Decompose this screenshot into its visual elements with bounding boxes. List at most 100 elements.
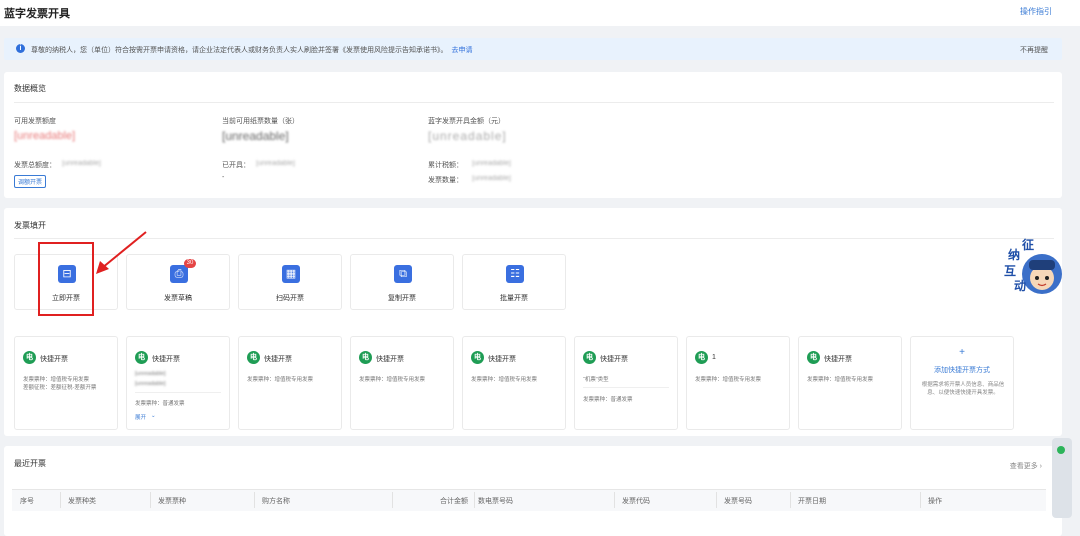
invoice-count-value: [unreadable] [472,175,511,182]
page-title: 蓝字发票开具 [4,8,70,20]
add-quick-invoice-card[interactable]: + 添加快捷开票方式 根据需求将开票人员信息、商品信息、以便快速快捷开具发票。 [910,336,1014,430]
col-actions: 操作 [928,498,942,505]
issued-extra: - [222,174,225,181]
issued-label: 已开具： [222,162,250,169]
paper-count-label: 当前可用纸票数量（张） [222,118,299,125]
quick-card-line: 差额征税：差额征税-差额开票 [23,385,97,391]
e-invoice-icon: 电 [23,351,36,364]
quick-invoice-card[interactable]: 电 1 发票票种：增值税专用发票 [686,336,790,430]
tile-label: 立即开票 [52,295,80,302]
e-invoice-icon: 电 [135,351,148,364]
draft-count-badge: 30 [184,259,196,268]
add-quick-title: 添加快捷开票方式 [934,367,990,374]
divider [14,238,1054,239]
e-invoice-icon: 电 [695,351,708,364]
blue-amount-label: 蓝字发票开具金额（元） [428,118,505,125]
quick-invoice-card[interactable]: 电 快捷开票 发票票种：增值税专用发票 [350,336,454,430]
tile-label: 批量开票 [500,295,528,302]
expand-link[interactable]: 展开 [135,413,146,421]
divider [474,492,475,508]
quick-card-line: 发票票种：增值税专用发票 [359,377,426,383]
quick-invoice-card[interactable]: 电 快捷开票 发票票种：增值税专用发票 [238,336,342,430]
quick-card-line: 发票票种：增值税专用发票 [695,377,762,383]
quick-card-title: 快捷开票 [824,356,852,363]
scan-issue-tile[interactable]: ▦ 扫码开票 [238,254,342,310]
dismiss-notice-button[interactable]: 不再提醒 [1020,45,1048,55]
available-amount-label: 可用发票额度 [14,118,56,125]
divider [135,392,221,393]
tile-label: 扫码开票 [276,295,304,302]
apply-link[interactable]: 去申请 [452,47,473,54]
blue-amount-value: [unreadable] [428,129,507,143]
e-invoice-icon: 电 [471,351,484,364]
col-issue-date: 开票日期 [798,498,826,505]
status-dot [1057,446,1065,454]
chevron-down-icon: ⌄ [151,413,156,419]
batch-issue-tile[interactable]: ☷ 批量开票 [462,254,566,310]
total-amount-value: [unreadable] [62,160,101,167]
invoice-count-label: 发票数量： [428,177,463,184]
tax-label: 累计税额： [428,162,463,169]
plus-icon: + [959,347,965,358]
tax-value: [unreadable] [472,160,511,167]
quick-card-line: [unreadable] [135,381,166,387]
notice-banner: i 尊敬的纳税人，您（单位）符合按需开票申请资格，请企业法定代表人或财务负责人实… [4,38,1062,60]
col-invoice-kind: 发票种类 [68,498,96,505]
notice-message: 尊敬的纳税人，您（单位）符合按需开票申请资格，请企业法定代表人或财务负责人实人刷… [31,47,448,54]
quick-invoice-card[interactable]: 电 快捷开票 发票票种：增值税专用发票 差额征税：差额征税-差额开票 [14,336,118,430]
quick-card-title: 快捷开票 [40,356,68,363]
adjust-amount-button[interactable]: 调额开票 [14,175,47,188]
col-index: 序号 [20,498,34,505]
copy-issue-tile[interactable]: ⧉ 复制开票 [350,254,454,310]
e-invoice-icon: 电 [247,351,260,364]
e-invoice-icon: 电 [807,351,820,364]
col-e-invoice-number: 数电票号码 [478,498,513,505]
divider [790,492,791,508]
paper-count-value: [unreadable] [222,129,289,143]
notice-text: 尊敬的纳税人，您（单位）符合按需开票申请资格，请企业法定代表人或财务负责人实人刷… [31,45,473,55]
issued-value: [unreadable] [256,160,295,167]
mascot-char: 动 [1014,279,1027,293]
quick-card-line: 发票票种：增值税专用发票 [23,377,90,383]
col-invoice-number: 发票号码 [724,498,752,505]
tile-label: 复制开票 [388,295,416,302]
invoice-issue-title: 发票填开 [14,221,46,230]
quick-card-line: 发票票种：增值税专用发票 [471,377,538,383]
quick-invoice-card[interactable]: 电 快捷开票 发票票种：增值税专用发票 [462,336,566,430]
quick-card-title: 快捷开票 [152,356,180,363]
e-invoice-icon: 电 [583,351,596,364]
invoice-issue-icon: ⊟ [58,265,76,283]
page-header: 蓝字发票开具 操作指引 [0,0,1080,26]
divider [583,387,669,388]
quick-card-title: 快捷开票 [600,356,628,363]
quick-invoice-card[interactable]: 电 快捷开票 发票票种：增值税专用发票 [798,336,902,430]
divider [254,492,255,508]
col-invoice-type: 发票票种 [158,498,186,505]
quick-card-title: 快捷开票 [376,356,404,363]
quick-card-title: 快捷开票 [264,356,292,363]
col-total-amount: 合计金额 [440,498,468,505]
quick-card-line: 发票票种：普通发票 [135,401,185,407]
operation-guide-link[interactable]: 操作指引 [1020,6,1052,17]
quick-card-title: 1 [712,354,716,361]
batch-icon: ☷ [506,265,524,283]
draft-icon: ⎙ [170,265,188,283]
quick-card-line: 发票票种：普通发票 [583,397,633,403]
overview-card: 数据概览 可用发票额度 [unreadable] 发票总额度： [unreada… [4,72,1062,198]
quick-invoice-card[interactable]: 电 快捷开票 “机票”类型 发票票种：普通发票 [574,336,678,430]
copy-icon: ⧉ [394,265,412,283]
divider [716,492,717,508]
qr-code-icon: ▦ [282,265,300,283]
divider [60,492,61,508]
col-buyer-name: 购方名称 [262,498,290,505]
mascot-char: 纳 [1008,248,1021,262]
quick-card-line: “机票”类型 [583,377,609,383]
quick-invoice-card[interactable]: 电 快捷开票 [unreadable] [unreadable] 发票票种：普通… [126,336,230,430]
quick-card-line: 发票票种：增值税专用发票 [247,377,314,383]
view-more-link[interactable]: 查看更多 › [1010,461,1042,471]
divider [920,492,921,508]
tile-label: 发票草稿 [164,295,192,302]
recent-title: 最近开票 [14,459,46,468]
divider [392,492,393,508]
total-amount-label: 发票总额度： [14,162,56,169]
